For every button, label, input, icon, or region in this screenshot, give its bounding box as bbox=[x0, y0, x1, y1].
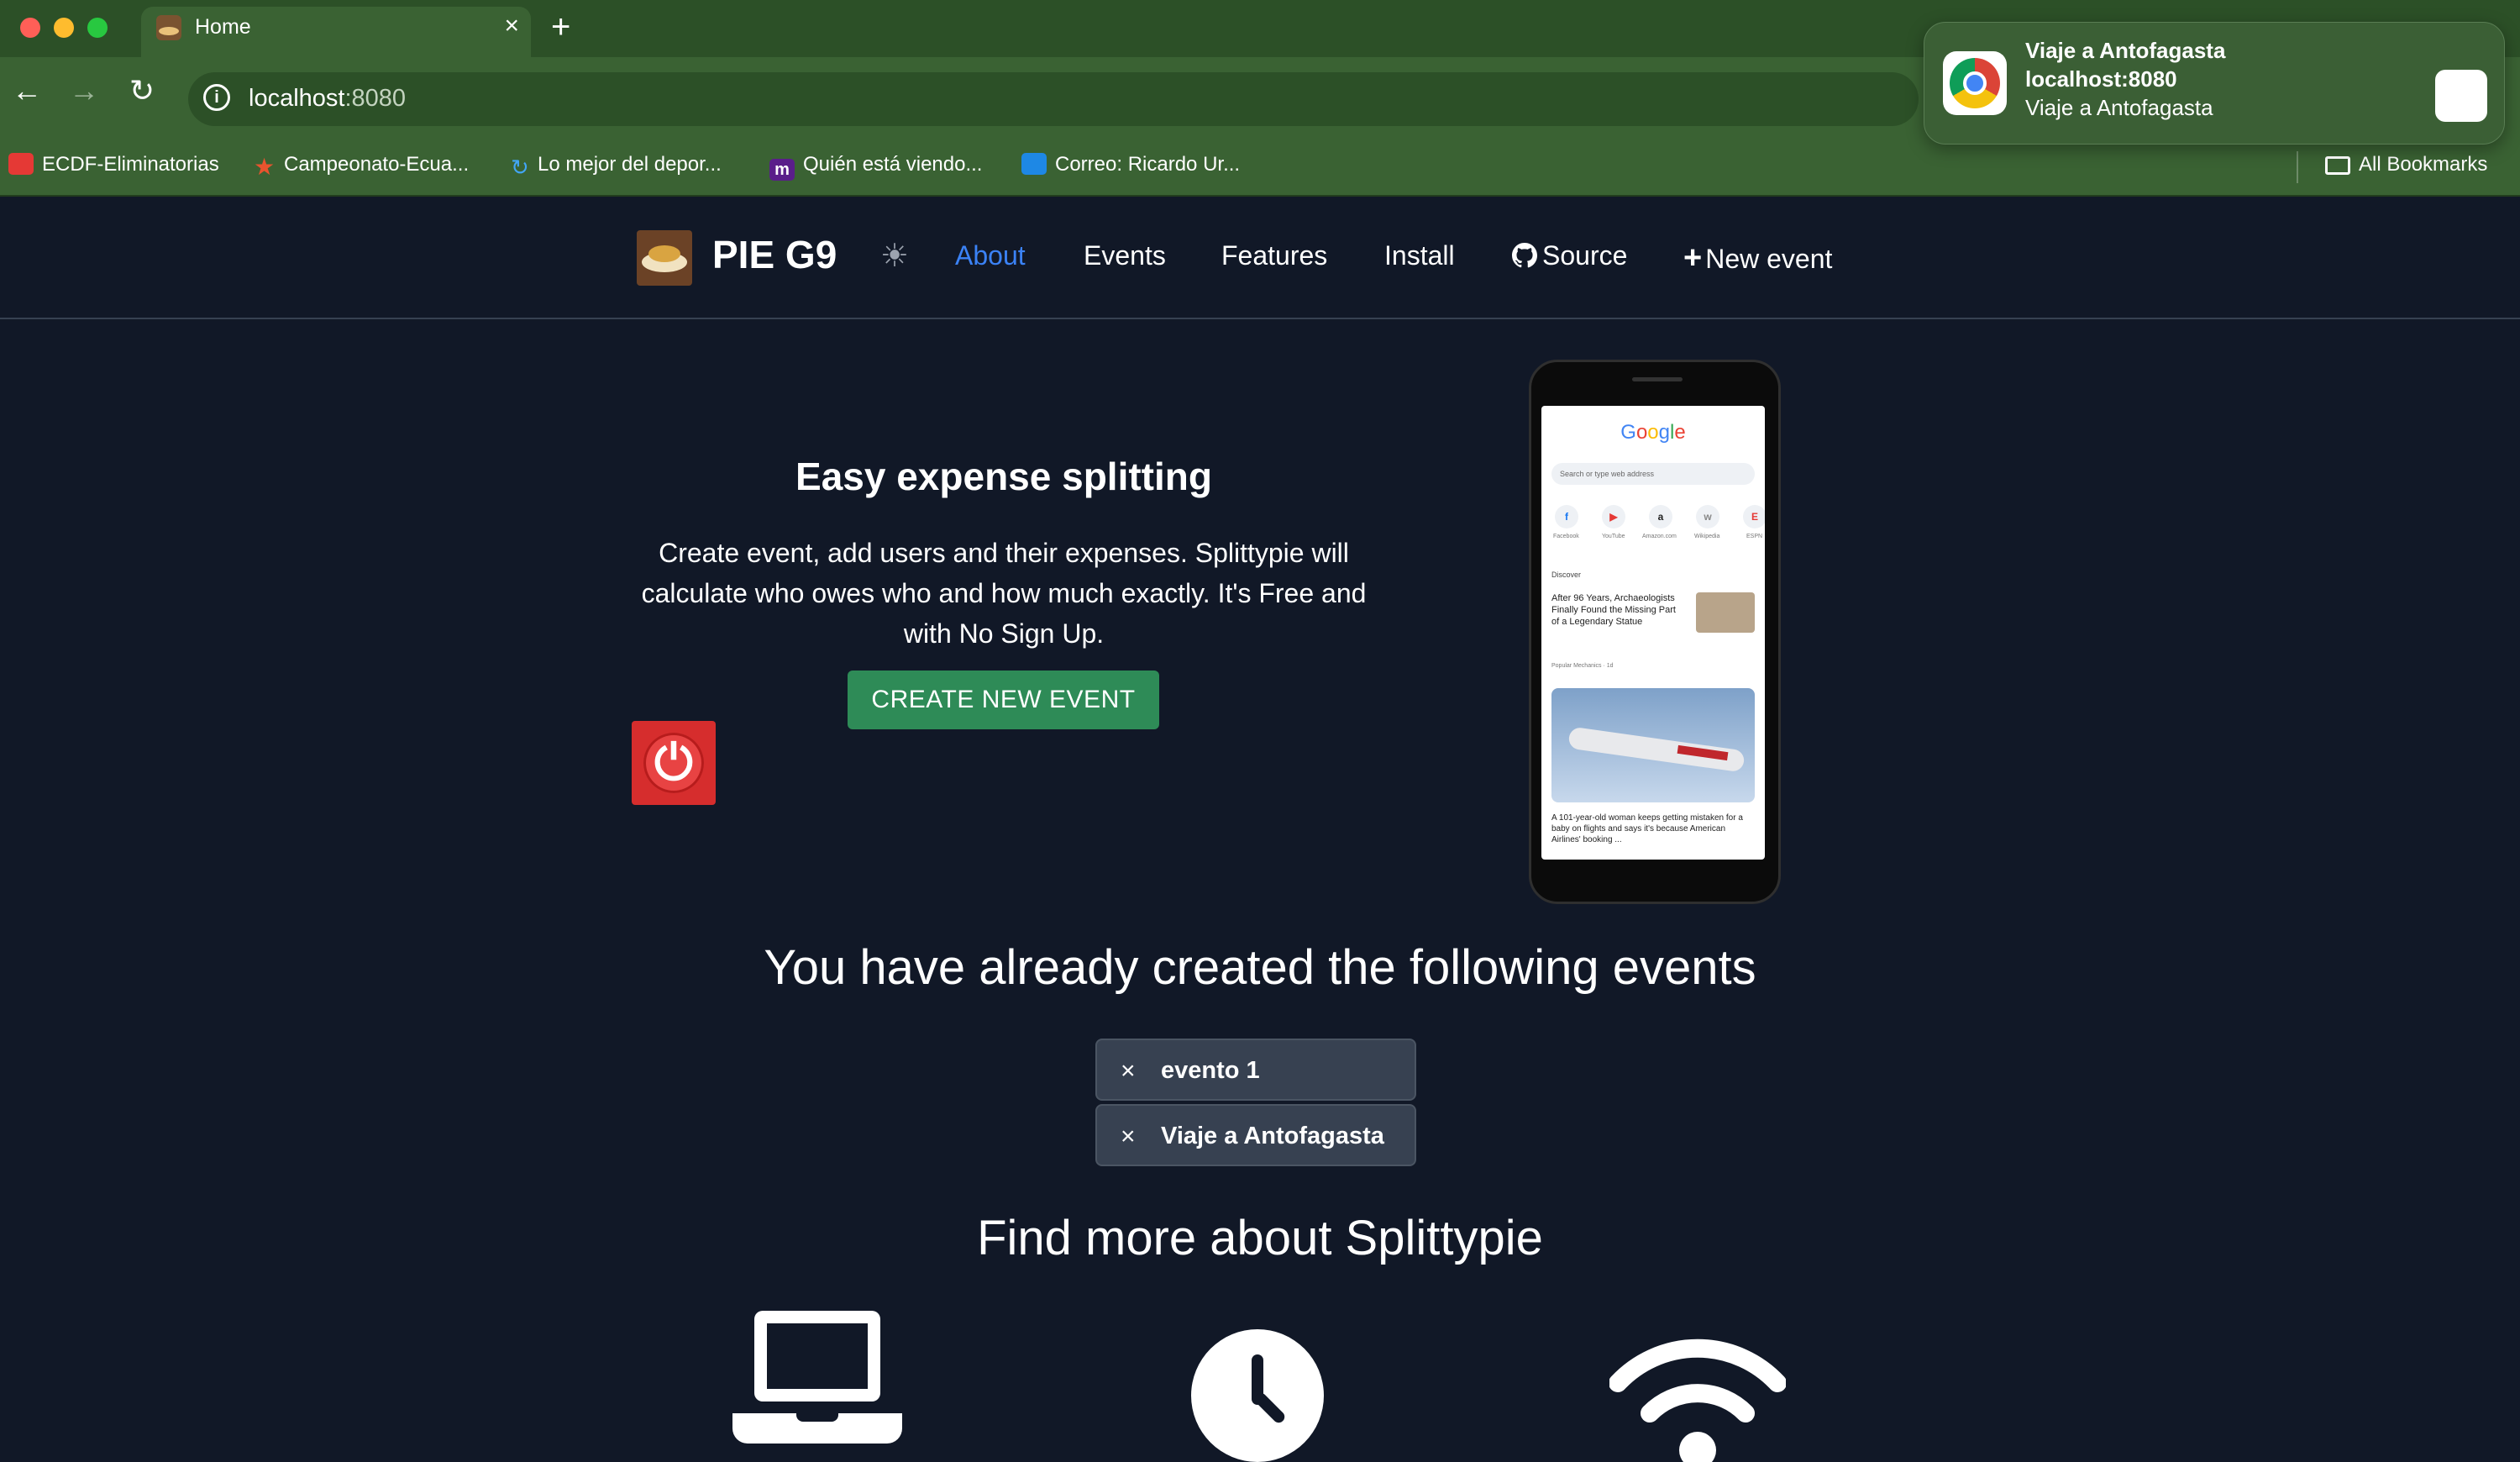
power-icon[interactable]: ⏻ bbox=[632, 721, 716, 805]
site-info-icon[interactable]: i bbox=[203, 84, 230, 111]
features-title: Find more about Splittypie bbox=[977, 1211, 1543, 1265]
maximize-window-button[interactable] bbox=[87, 18, 108, 38]
nav-link-install[interactable]: Install bbox=[1384, 240, 1455, 271]
plus-icon: + bbox=[1683, 240, 1703, 276]
bookmarks-bar: ECDF-Eliminatorias ★ Campeonato-Ecua... ↻… bbox=[0, 141, 2520, 197]
notification-body: Viaje a Antofagasta bbox=[2025, 95, 2213, 120]
article-caption: A 101-year-old woman keeps getting mista… bbox=[1551, 813, 1743, 844]
article-source: Popular Mechanics · 1d bbox=[1551, 663, 1614, 669]
plane-image bbox=[1551, 688, 1755, 802]
bookmark-item[interactable]: ★ Campeonato-Ecua... bbox=[254, 153, 469, 180]
close-window-button[interactable] bbox=[20, 18, 40, 38]
bookmark-item[interactable]: ↻ Lo mejor del depor... bbox=[511, 153, 722, 180]
shortcut-label: Amazon.com bbox=[1642, 534, 1677, 539]
apple-icon bbox=[2435, 70, 2487, 122]
remove-event-icon[interactable]: × bbox=[1121, 1123, 1136, 1151]
event-label[interactable]: evento 1 bbox=[1161, 1057, 1260, 1085]
shortcut-label: ESPN bbox=[1746, 534, 1763, 539]
youtube-icon bbox=[8, 153, 34, 175]
create-new-event-button[interactable]: CREATE NEW EVENT bbox=[848, 671, 1159, 729]
new-tab-button[interactable]: + bbox=[551, 7, 570, 47]
star-icon: ★ bbox=[254, 154, 276, 180]
hero-title: Easy expense splitting bbox=[795, 455, 1212, 498]
theme-toggle-icon[interactable]: ☀ bbox=[880, 237, 909, 275]
phone-screen: Google Search or type web address f ▶ a … bbox=[1541, 406, 1765, 860]
shortcut-label: YouTube bbox=[1602, 534, 1625, 539]
site-navbar: PIE G9 ☀ About Events Features Install S… bbox=[0, 197, 2520, 319]
nav-link-features[interactable]: Features bbox=[1221, 240, 1327, 271]
article-thumbnail bbox=[1696, 592, 1755, 633]
sports-icon: ↻ bbox=[511, 155, 529, 180]
amazon-icon: a bbox=[1649, 505, 1672, 529]
facebook-icon: f bbox=[1555, 505, 1578, 529]
nav-link-about[interactable]: About bbox=[955, 240, 1026, 271]
outlook-icon bbox=[1021, 153, 1047, 175]
address-bar[interactable]: i localhost:8080 bbox=[188, 72, 1919, 126]
nav-link-new-event[interactable]: + New event bbox=[1683, 240, 1832, 276]
article-title: After 96 Years, Archaeologists Finally F… bbox=[1551, 593, 1676, 627]
shortcut-label: Wikipedia bbox=[1694, 534, 1720, 539]
bookmark-item[interactable]: ECDF-Eliminatorias bbox=[8, 153, 219, 176]
shortcut-label: Facebook bbox=[1553, 534, 1579, 539]
notification-title: Viaje a Antofagasta bbox=[2025, 38, 2226, 63]
bookmark-item[interactable]: Correo: Ricardo Ur... bbox=[1021, 153, 1240, 176]
event-item[interactable]: × evento 1 bbox=[1095, 1039, 1416, 1101]
event-label[interactable]: Viaje a Antofagasta bbox=[1161, 1123, 1384, 1150]
discover-label: Discover bbox=[1551, 571, 1582, 579]
bookmarks-divider bbox=[2297, 151, 2298, 183]
all-bookmarks-button[interactable]: All Bookmarks bbox=[2325, 153, 2487, 176]
chrome-logo-icon bbox=[1943, 51, 2007, 115]
youtube-icon: ▶ bbox=[1602, 505, 1625, 529]
reload-icon[interactable]: ↻ bbox=[129, 74, 155, 108]
brand-name[interactable]: PIE G9 bbox=[712, 232, 837, 277]
tab-favicon-icon bbox=[156, 15, 181, 40]
pie-logo-icon[interactable] bbox=[637, 230, 692, 286]
phone-search-bar: Search or type web address bbox=[1551, 463, 1755, 485]
remove-event-icon[interactable]: × bbox=[1121, 1057, 1136, 1086]
espn-icon: E bbox=[1743, 505, 1765, 529]
bookmark-item[interactable]: m Quién está viendo... bbox=[769, 153, 982, 181]
folder-icon bbox=[2325, 156, 2350, 175]
clock-icon bbox=[1191, 1329, 1324, 1462]
wifi-icon bbox=[1609, 1338, 1786, 1462]
back-icon[interactable]: ← bbox=[12, 74, 42, 108]
address-url[interactable]: localhost:8080 bbox=[249, 85, 406, 113]
minimize-window-button[interactable] bbox=[54, 18, 74, 38]
google-logo: Google bbox=[1620, 421, 1686, 444]
notification-source: localhost:8080 bbox=[2025, 66, 2177, 92]
tab-close-icon[interactable]: × bbox=[504, 12, 519, 40]
tab-title: Home bbox=[195, 15, 251, 39]
chrome-notification[interactable]: Viaje a Antofagasta localhost:8080 Viaje… bbox=[1924, 22, 2505, 145]
nav-link-events[interactable]: Events bbox=[1084, 240, 1166, 271]
forward-icon[interactable]: → bbox=[69, 74, 99, 108]
event-item[interactable]: × Viaje a Antofagasta bbox=[1095, 1104, 1416, 1166]
github-icon bbox=[1512, 243, 1538, 268]
hero-description: Create event, add users and their expens… bbox=[641, 538, 1367, 649]
m-icon: m bbox=[769, 159, 795, 181]
wikipedia-icon: w bbox=[1696, 505, 1719, 529]
nav-link-source[interactable]: Source bbox=[1512, 240, 1627, 271]
events-title: You have already created the following e… bbox=[764, 940, 1756, 995]
phone-mockup: Google Search or type web address f ▶ a … bbox=[1529, 360, 1781, 904]
browser-tab-home[interactable]: Home × bbox=[141, 7, 531, 57]
